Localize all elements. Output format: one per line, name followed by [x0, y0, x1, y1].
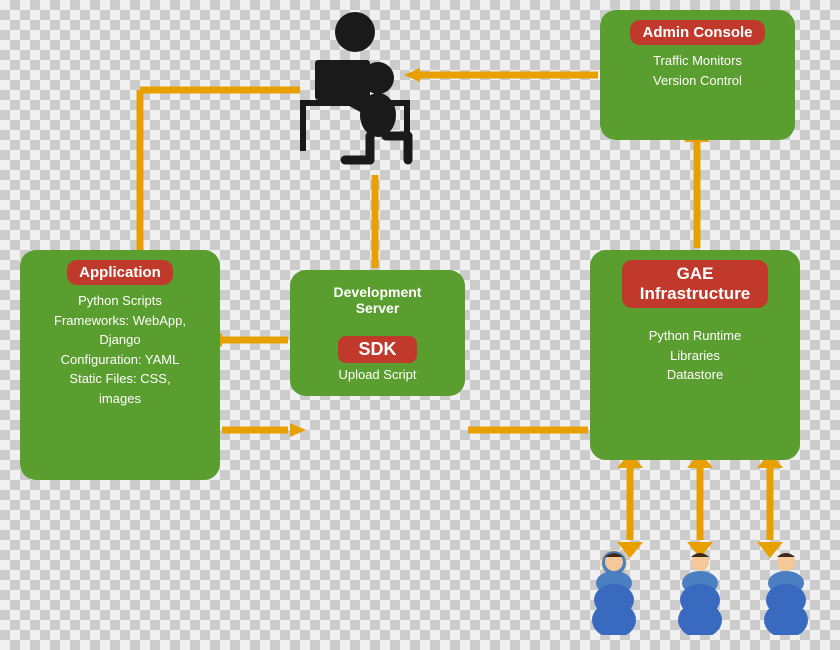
dev-server-label: Development: [300, 284, 455, 300]
application-header: Application: [67, 260, 173, 285]
dev-server-label2: Server: [300, 300, 455, 316]
admin-console-content: Traffic Monitors Version Control: [610, 51, 785, 90]
admin-console-header: Admin Console: [630, 20, 764, 45]
users-row: [580, 545, 820, 635]
gae-header-text1: GAE: [677, 264, 714, 283]
admin-console-box: Admin Console Traffic Monitors Version C…: [600, 10, 795, 140]
datastore-text: Datastore: [600, 365, 790, 385]
gae-content: Python Runtime Libraries Datastore: [600, 326, 790, 385]
gae-header-text2: Infrastructure: [640, 284, 751, 303]
config-yaml-text: Configuration: YAML: [30, 350, 210, 370]
version-control-text: Version Control: [610, 71, 785, 91]
user-icon-2: [666, 545, 734, 635]
frameworks-text: Frameworks: WebApp,: [30, 311, 210, 331]
python-runtime-text: Python Runtime: [600, 326, 790, 346]
gae-infra-box: GAE Infrastructure Python Runtime Librar…: [590, 250, 800, 460]
person-figure: [290, 10, 420, 175]
sdk-label: SDK: [338, 336, 416, 363]
upload-script-text: Upload Script: [300, 367, 455, 382]
application-box: Application Python Scripts Frameworks: W…: [20, 250, 220, 480]
diagram-container: Admin Console Traffic Monitors Version C…: [0, 0, 840, 650]
user-icon-3: [752, 545, 820, 635]
django-text: Django: [30, 330, 210, 350]
user-icon-1: [580, 545, 648, 635]
images-text: images: [30, 389, 210, 409]
python-scripts-text: Python Scripts: [30, 291, 210, 311]
dev-server-wrap: Development Server SDK Upload Script: [290, 270, 465, 396]
person-svg: [290, 10, 420, 175]
libraries-text: Libraries: [600, 346, 790, 366]
sdk-box: SDK Upload Script: [290, 330, 465, 396]
static-files-text: Static Files: CSS,: [30, 369, 210, 389]
application-content: Python Scripts Frameworks: WebApp, Djang…: [30, 291, 210, 408]
dev-server-box: Development Server: [290, 270, 465, 330]
traffic-monitors-text: Traffic Monitors: [610, 51, 785, 71]
gae-header: GAE Infrastructure: [622, 260, 769, 308]
